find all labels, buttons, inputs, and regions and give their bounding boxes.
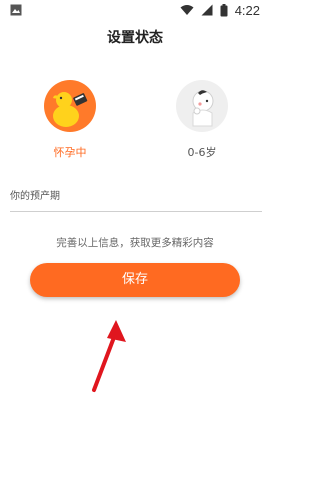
- option-pregnant[interactable]: 怀孕中: [40, 80, 100, 160]
- option-pregnant-label: 怀孕中: [53, 146, 87, 159]
- due-date-field[interactable]: 你的预产期: [10, 189, 262, 212]
- red-arrow-icon: [92, 320, 126, 392]
- signal-icon: [201, 4, 213, 16]
- status-bar: 4:22: [0, 0, 270, 20]
- page-title: 设置状态: [107, 30, 163, 46]
- option-child[interactable]: 0-6岁: [172, 80, 232, 160]
- baby-avatar-icon: [176, 80, 228, 132]
- option-child-label: 0-6岁: [187, 146, 217, 159]
- save-button[interactable]: 保存: [30, 263, 240, 297]
- wifi-icon: [180, 5, 194, 15]
- image-icon: [10, 4, 22, 16]
- battery-icon: [220, 3, 228, 16]
- status-time: 4:22: [234, 2, 260, 18]
- hint-text: 完善以上信息，获取更多精彩内容: [56, 237, 214, 249]
- pregnant-avatar-icon: [44, 80, 96, 132]
